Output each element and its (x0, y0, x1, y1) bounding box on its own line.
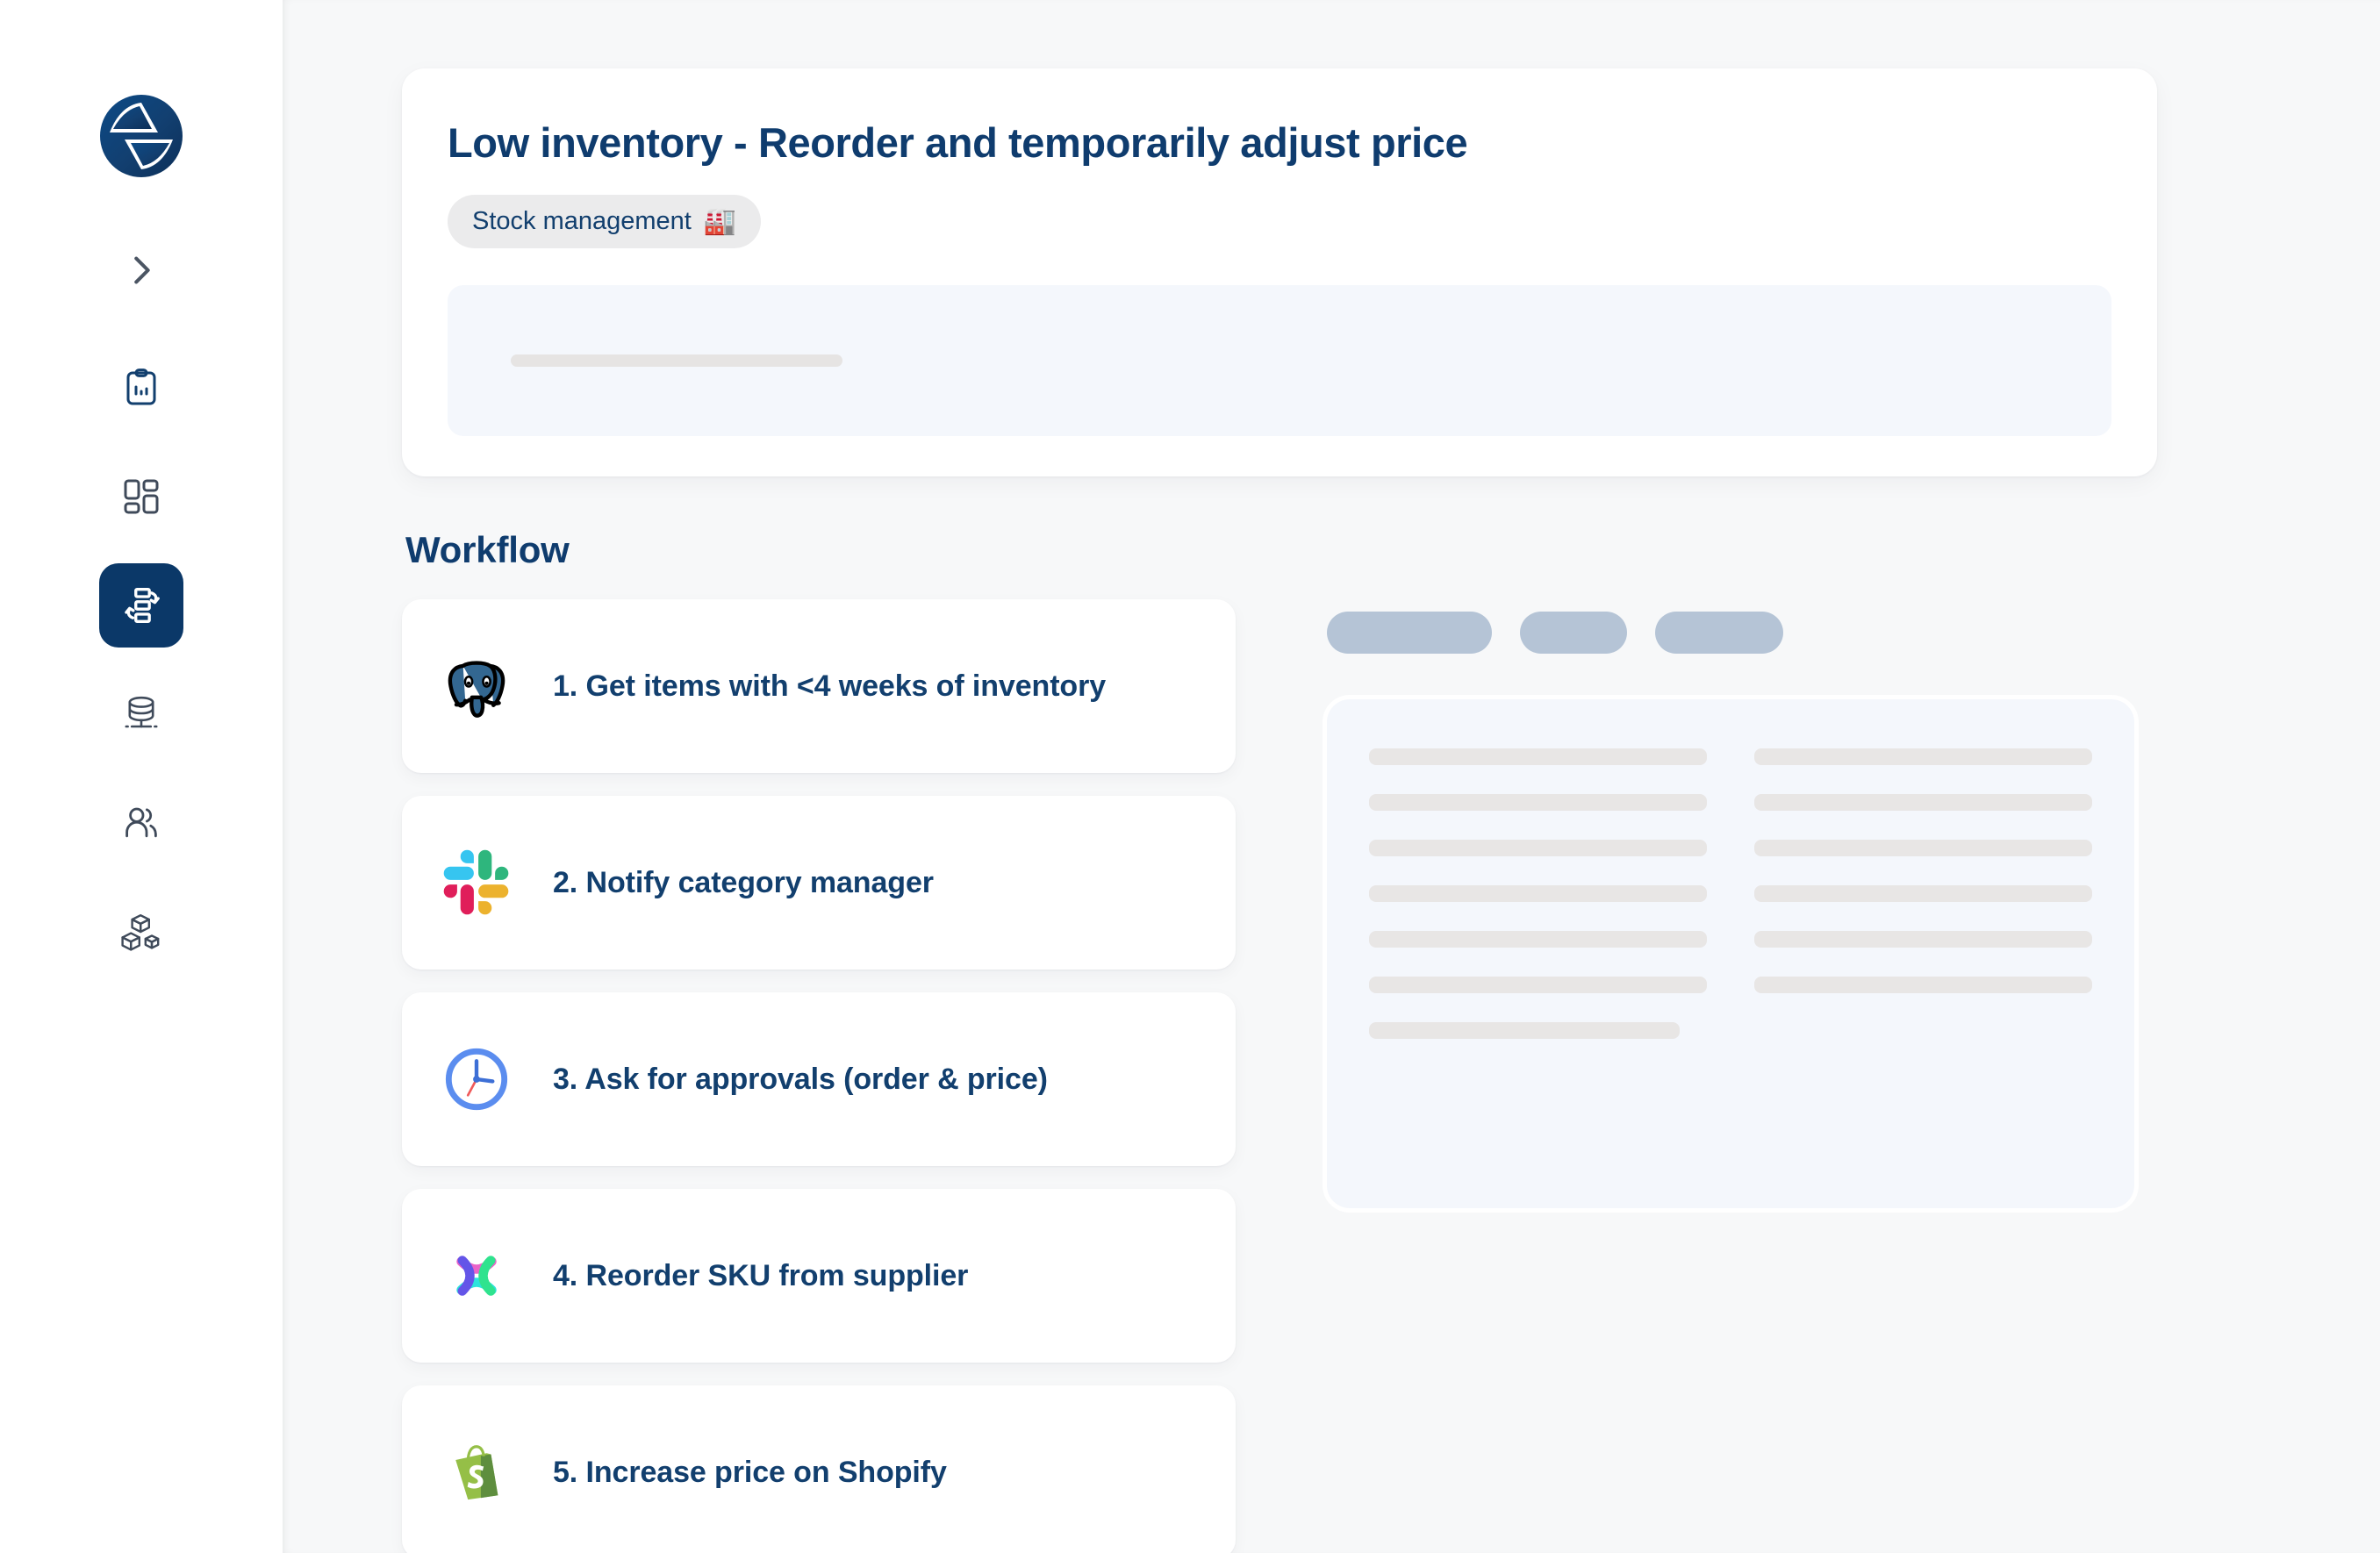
step-text: Increase price on Shopify (585, 1455, 947, 1489)
sidebar (0, 0, 283, 1553)
clipboard-report-icon (126, 369, 156, 405)
postgresql-icon (439, 648, 514, 724)
main-content: Low inventory - Reorder and temporarily … (283, 0, 2380, 1553)
workflow-step-2[interactable]: 2. Notify category manager (402, 796, 1236, 970)
status-badge[interactable]: Stock management 🏭 (448, 195, 762, 249)
preview-table-placeholder (1327, 699, 2134, 1209)
preview-pill-1[interactable] (1327, 612, 1492, 655)
database-icon (125, 696, 158, 728)
step-text: Ask for approvals (order & price) (584, 1062, 1048, 1096)
skeleton-row (1369, 794, 1707, 812)
workflow-step-list: 1. Get items with <4 weeks of inventory (402, 599, 1236, 1553)
workflow-step-1-label: 1. Get items with <4 weeks of inventory (553, 669, 1106, 704)
company-logo-icon (100, 95, 183, 177)
preview-column-right (1754, 748, 2092, 1039)
factory-icon: 🏭 (703, 206, 737, 236)
skeleton-row (1369, 1022, 1681, 1040)
skeleton-row (1754, 885, 2092, 903)
workflow-layout: 1. Get items with <4 weeks of inventory (402, 599, 2233, 1553)
workflow-step-1[interactable]: 1. Get items with <4 weeks of inventory (402, 599, 1236, 774)
sidebar-item-workflows[interactable] (99, 563, 183, 648)
skeleton-row (1369, 840, 1707, 857)
workflow-step-4-label: 4. Reorder SKU from supplier (553, 1259, 968, 1293)
step-text: Notify category manager (585, 865, 934, 899)
users-icon (125, 807, 157, 838)
boxes-icon (121, 914, 160, 951)
sidebar-nav (99, 346, 183, 974)
skeleton-row (1369, 931, 1707, 948)
workflow-step-5[interactable]: 5. Increase price on Shopify (402, 1385, 1236, 1553)
workflow-step-2-label: 2. Notify category manager (553, 866, 934, 900)
skeleton-row (1754, 794, 2092, 812)
preview-columns (1369, 748, 2092, 1040)
step-number: 1. (553, 669, 578, 703)
step-text: Reorder SKU from supplier (585, 1258, 969, 1292)
app-root: Low inventory - Reorder and temporarily … (0, 0, 2380, 1553)
status-badge-label: Stock management (472, 207, 692, 236)
preview-pill-row (1327, 612, 2134, 655)
sidebar-item-dashboards[interactable] (99, 454, 183, 539)
expand-sidebar-button[interactable] (99, 228, 183, 312)
skeleton-row (1754, 748, 2092, 766)
content-wrapper: Low inventory - Reorder and temporarily … (283, 68, 2380, 1553)
page-title: Low inventory - Reorder and temporarily … (448, 119, 1468, 166)
chevron-right-icon (134, 256, 150, 284)
workflow-icon (125, 588, 160, 623)
preview-pill-2[interactable] (1520, 612, 1627, 655)
skeleton-row (1369, 977, 1707, 994)
step-number: 3. (553, 1062, 578, 1096)
sidebar-item-products[interactable] (99, 890, 183, 974)
workflow-step-4[interactable]: 4. Reorder SKU from supplier (402, 1189, 1236, 1363)
shopify-icon (439, 1435, 514, 1510)
workflow-preview-panel (1327, 599, 2134, 1209)
skeleton-bar (511, 354, 842, 368)
sidebar-item-reports[interactable] (99, 346, 183, 430)
dashboard-grid-icon (124, 479, 159, 514)
skeleton-row (1754, 931, 2092, 948)
skeleton-row (1754, 840, 2092, 857)
header-description-placeholder (448, 285, 2111, 437)
workflow-step-3[interactable]: 3. Ask for approvals (order & price) (402, 992, 1236, 1167)
preview-pill-3[interactable] (1655, 612, 1783, 655)
skeleton-row (1369, 885, 1707, 903)
sidebar-item-data[interactable] (99, 672, 183, 756)
sidebar-item-team[interactable] (99, 781, 183, 865)
header-card: Low inventory - Reorder and temporarily … (402, 68, 2157, 477)
preview-column-left (1369, 748, 1707, 1040)
clock-icon (439, 1041, 514, 1117)
step-number: 5. (553, 1455, 578, 1489)
company-logo[interactable] (90, 84, 193, 188)
slack-icon (439, 845, 514, 920)
step-number: 2. (553, 865, 578, 899)
step-text: Get items with <4 weeks of inventory (585, 669, 1107, 703)
workflow-step-5-label: 5. Increase price on Shopify (553, 1456, 947, 1490)
section-title-workflow: Workflow (405, 529, 570, 571)
workflow-step-3-label: 3. Ask for approvals (order & price) (553, 1063, 1048, 1097)
step-number: 4. (553, 1258, 578, 1292)
supplier-x-icon (439, 1238, 514, 1313)
skeleton-row (1754, 977, 2092, 994)
skeleton-row (1369, 748, 1707, 766)
